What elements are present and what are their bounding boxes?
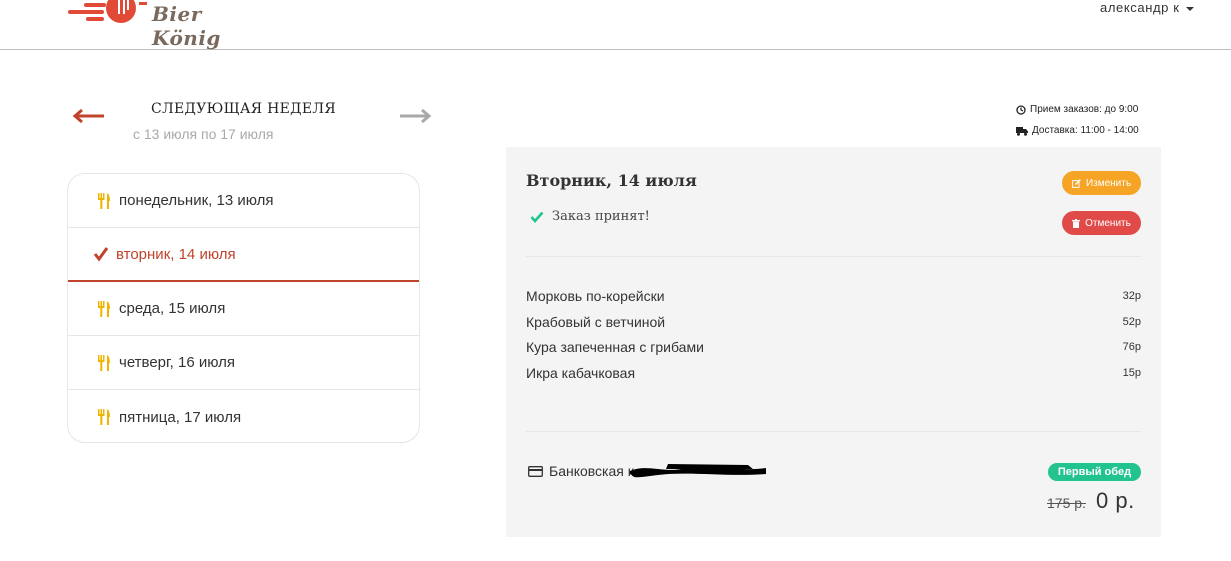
user-name: александр к	[1100, 0, 1180, 15]
list-item: Кура запеченная с грибами 76р	[526, 334, 1141, 360]
utensils-icon	[98, 300, 110, 317]
cancel-order-label: Отменить	[1085, 217, 1131, 229]
logo-mark-icon	[68, 0, 147, 23]
trash-icon	[1072, 218, 1081, 228]
orders-deadline-info: Прием заказов: до 9:00	[1016, 104, 1138, 115]
day-item-wednesday[interactable]: среда, 15 июля	[68, 282, 419, 336]
day-label: среда, 15 июля	[119, 300, 226, 317]
day-item-monday[interactable]: понедельник, 13 июля	[68, 174, 419, 228]
delivery-time-text: Доставка: 11:00 - 14:00	[1032, 125, 1139, 136]
item-price: 32р	[1122, 289, 1141, 302]
orders-deadline-text: Прием заказов: до 9:00	[1030, 104, 1139, 115]
user-menu[interactable]: александр к	[1100, 0, 1194, 15]
brand-logo[interactable]: Bier König	[66, 0, 251, 50]
day-list: понедельник, 13 июля вторник, 14 июля ср…	[67, 173, 420, 443]
week-title: СЛЕДУЮЩАЯ НЕДЕЛЯ	[151, 101, 336, 117]
edit-order-label: Изменить	[1085, 177, 1132, 189]
day-label: четверг, 16 июля	[119, 354, 236, 371]
first-lunch-badge: Первый обед	[1048, 463, 1141, 481]
delivery-time-info: Доставка: 11:00 - 14:00	[1016, 125, 1139, 136]
payment-method: Банковская к	[528, 463, 634, 479]
clock-icon	[1016, 104, 1026, 115]
order-day-title: Вторник, 14 июля	[526, 171, 697, 190]
item-price: 52р	[1122, 315, 1141, 328]
check-icon	[530, 211, 544, 223]
top-header: Bier König александр к	[0, 0, 1231, 50]
list-item: Икра кабачковая 15р	[526, 360, 1141, 386]
caret-down-icon	[1185, 6, 1194, 11]
order-status-text: Заказ принят!	[552, 209, 650, 224]
item-price: 15р	[1122, 366, 1141, 379]
prev-week-arrow-icon[interactable]	[72, 108, 106, 124]
utensils-icon	[98, 192, 110, 209]
item-name: Икра кабачковая	[526, 364, 636, 381]
day-item-friday[interactable]: пятница, 17 июля	[68, 390, 419, 442]
utensils-icon	[98, 354, 110, 371]
logo-text: Bier König	[152, 2, 221, 50]
day-label: вторник, 14 июля	[116, 245, 236, 263]
payment-method-text: Банковская к	[549, 463, 634, 479]
check-icon	[93, 247, 109, 262]
item-price: 76р	[1122, 341, 1141, 354]
old-price: 175 р.	[1047, 495, 1086, 511]
item-name: Кура запеченная с грибами	[526, 339, 704, 356]
credit-card-icon	[528, 465, 543, 477]
divider	[526, 431, 1141, 432]
day-label: пятница, 17 июля	[119, 408, 242, 426]
item-name: Морковь по-корейски	[526, 287, 665, 304]
edit-icon	[1072, 178, 1081, 188]
order-status: Заказ принят!	[530, 209, 650, 224]
list-item: Морковь по-корейски 32р	[526, 283, 1141, 309]
new-price: 0 р.	[1096, 488, 1135, 513]
item-name: Крабовый с ветчиной	[526, 313, 666, 330]
day-item-thursday[interactable]: четверг, 16 июля	[68, 336, 419, 390]
redaction-scribble	[630, 464, 766, 478]
divider	[526, 256, 1141, 257]
order-panel: Вторник, 14 июля Заказ принят! Изменить …	[506, 147, 1161, 537]
day-item-tuesday[interactable]: вторник, 14 июля	[68, 228, 419, 282]
truck-icon	[1016, 126, 1028, 136]
next-week-arrow-icon[interactable]	[398, 108, 432, 124]
cancel-order-button[interactable]: Отменить	[1062, 211, 1141, 235]
list-item: Крабовый с ветчиной 52р	[526, 309, 1141, 335]
order-items-list: Морковь по-корейски 32р Крабовый с ветчи…	[526, 283, 1141, 386]
week-range: с 13 июля по 17 июля	[133, 126, 274, 142]
day-label: понедельник, 13 июля	[119, 192, 274, 209]
utensils-icon	[98, 409, 110, 425]
edit-order-button[interactable]: Изменить	[1062, 171, 1141, 195]
